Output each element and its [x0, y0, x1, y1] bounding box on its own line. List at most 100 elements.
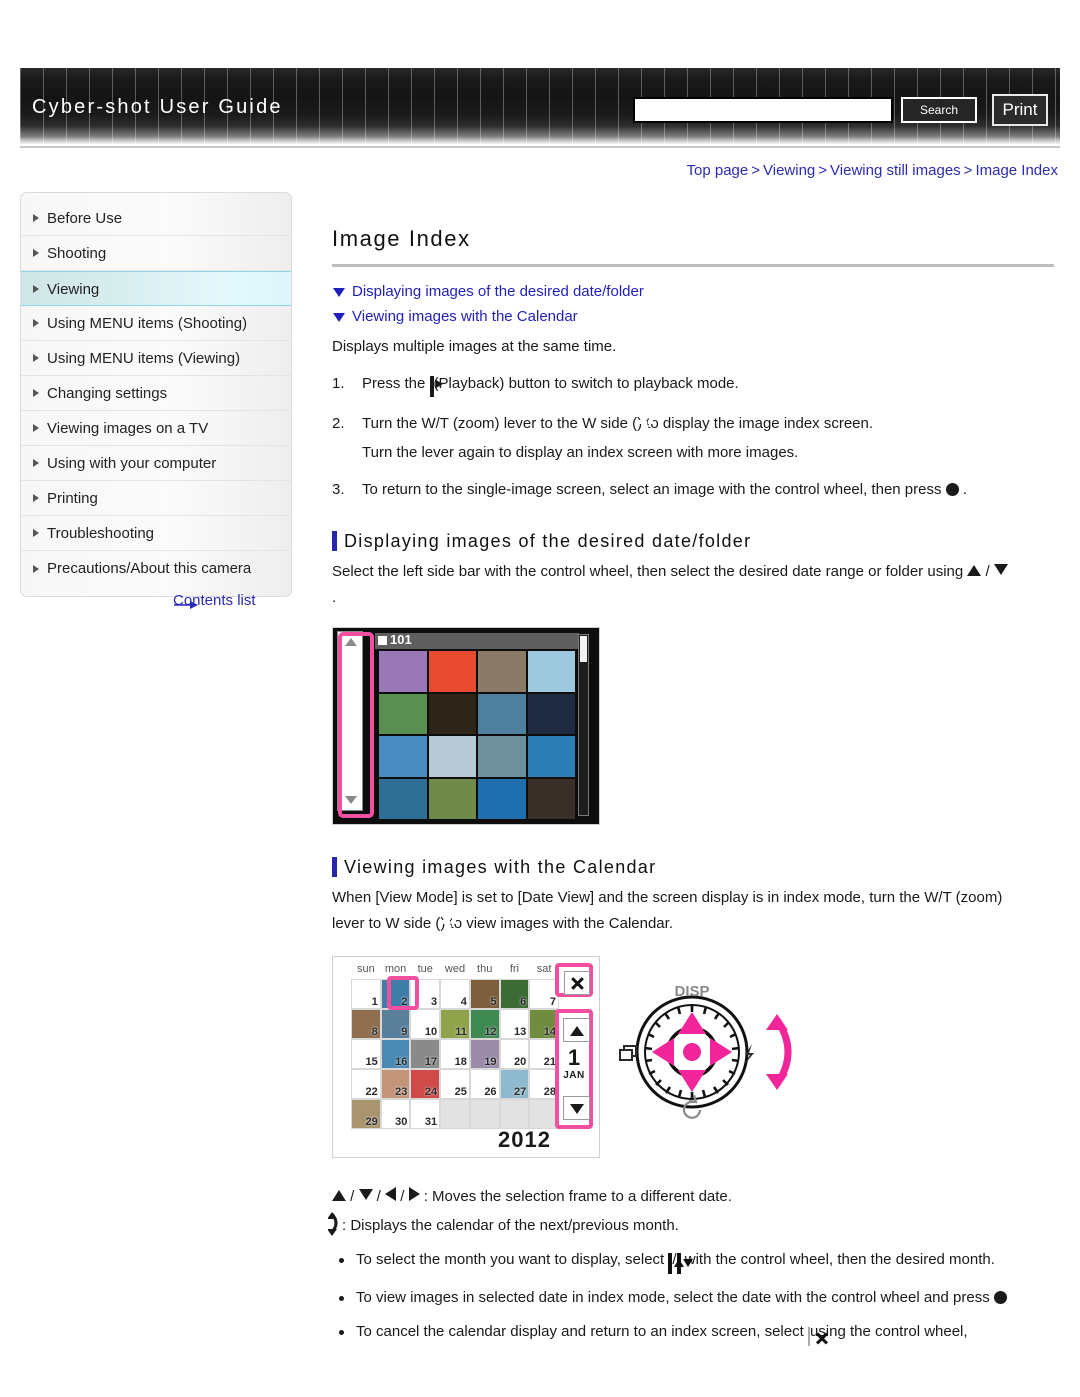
index-scrollbar[interactable] [578, 634, 589, 816]
index-thumbnail[interactable] [527, 778, 575, 819]
month-down-icon[interactable] [563, 1096, 590, 1120]
wheel-rotation-arrow-up [766, 1014, 788, 1030]
calendar-date-cell[interactable]: 27 [499, 1069, 530, 1099]
calendar-date-cell[interactable]: 18 [440, 1039, 470, 1069]
close-icon[interactable] [564, 971, 590, 995]
calendar-date-cell[interactable]: 16 [380, 1039, 411, 1069]
calendar-date-number: 10 [424, 1026, 438, 1038]
wheel-rotation-icon [327, 1212, 338, 1236]
sidebar-item-viewing-images-on-a-tv[interactable]: Viewing images on a TV [21, 411, 291, 446]
sidebar-item-printing[interactable]: Printing [21, 481, 291, 516]
index-thumbnail[interactable] [527, 736, 575, 777]
breadcrumb-item-viewing-still-images[interactable]: Viewing still images [830, 162, 961, 179]
calendar-date-cell[interactable]: 13 [499, 1009, 530, 1039]
index-thumbnail[interactable] [527, 651, 575, 692]
sidebar-item-changing-settings[interactable]: Changing settings [21, 376, 291, 411]
triangle-down-icon [333, 288, 345, 297]
sidebar-item-precautions-about-this-camera[interactable]: Precautions/About this camera [21, 551, 291, 586]
sidebar-item-troubleshooting[interactable]: Troubleshooting [21, 516, 291, 551]
breadcrumb-item-top-page[interactable]: Top page [687, 162, 749, 179]
index-thumbnail[interactable] [428, 736, 476, 777]
step-body: To return to the single-image screen, se… [362, 477, 1054, 503]
calendar-date-number: 24 [424, 1086, 438, 1098]
calendar-date-cell[interactable]: 6 [499, 979, 530, 1009]
jump-link-label: Displaying images of the desired date/fo… [352, 283, 644, 300]
calendar-date-cell[interactable]: 24 [410, 1069, 441, 1099]
section2-paragraph-line2-pre: lever to W side ( [332, 915, 441, 932]
print-button[interactable]: Print [992, 94, 1048, 126]
index-thumbnail[interactable] [428, 693, 476, 734]
index-thumbnail[interactable] [527, 693, 575, 734]
calendar-date-cell[interactable]: 10 [410, 1009, 441, 1039]
calendar-date-number: 11 [455, 1026, 467, 1038]
sidebar-item-before-use[interactable]: Before Use [21, 201, 291, 236]
calendar-empty-cell [469, 1099, 500, 1129]
calendar-date-cell[interactable]: 11 [440, 1009, 470, 1039]
calendar-date-cell[interactable]: 26 [469, 1069, 500, 1099]
breadcrumb-item-viewing[interactable]: Viewing [763, 162, 815, 179]
index-scrollbar-thumb[interactable] [580, 636, 587, 662]
jump-link-viewing-calendar[interactable]: Viewing images with the Calendar [332, 306, 1054, 328]
calendar-date-number: 22 [365, 1086, 378, 1098]
jump-link-displaying-images[interactable]: Displaying images of the desired date/fo… [332, 281, 1054, 303]
calendar-date-cell[interactable]: 1 [351, 979, 381, 1009]
section-bar-marker [332, 857, 337, 877]
index-thumbnail[interactable] [379, 736, 427, 777]
bullet-text-post: using the control wheel, [809, 1323, 968, 1340]
wheel-up-arrow [678, 1012, 706, 1034]
index-thumbnail[interactable] [428, 778, 476, 819]
index-thumbnail[interactable] [478, 693, 526, 734]
calendar-date-cell[interactable]: 9 [380, 1009, 411, 1039]
sidebar-item-using-menu-items-shooting[interactable]: Using MENU items (Shooting) [21, 306, 291, 341]
chevron-right-icon [33, 564, 39, 573]
calendar-date-number: 29 [365, 1116, 378, 1128]
calendar-day-name: fri [509, 963, 519, 975]
search-button[interactable]: Search [901, 97, 977, 123]
calendar-date-cell[interactable]: 25 [440, 1069, 470, 1099]
sidebar-item-using-menu-items-viewing[interactable]: Using MENU items (Viewing) [21, 341, 291, 376]
section2-paragraph: When [View Mode] is set to [Date View] a… [332, 885, 1054, 940]
index-thumbnail[interactable] [379, 651, 427, 692]
triangle-right-icon [408, 1187, 420, 1201]
calendar-date-cell[interactable]: 12 [469, 1009, 500, 1039]
triangle-down-icon [993, 564, 1008, 575]
calendar-date-cell[interactable]: 17 [410, 1039, 441, 1069]
calendar-empty-cell [499, 1099, 530, 1129]
step-1: 1. Press the (Playback) button to switch… [332, 371, 1054, 400]
sidebar-item-using-with-your-computer[interactable]: Using with your computer [21, 446, 291, 481]
calendar-date-cell[interactable]: 31 [410, 1099, 441, 1129]
sidebar-item-label: Using MENU items (Viewing) [47, 350, 241, 367]
calendar-date-cell[interactable]: 22 [351, 1069, 381, 1099]
breadcrumb-item-image-index[interactable]: Image Index [975, 162, 1058, 179]
month-up-icon[interactable] [563, 1018, 590, 1042]
breadcrumb-separator: > [818, 162, 828, 179]
calendar-date-cell[interactable]: 30 [380, 1099, 411, 1129]
section-bar-marker [332, 531, 337, 551]
chevron-right-icon [33, 284, 39, 293]
index-thumbnail[interactable] [478, 651, 526, 692]
sidebar-item-viewing[interactable]: Viewing [21, 271, 291, 306]
index-thumbnail[interactable] [478, 778, 526, 819]
index-thumbnail[interactable] [428, 651, 476, 692]
calendar-date-cell[interactable]: 20 [499, 1039, 530, 1069]
jump-link-label: Viewing images with the Calendar [352, 308, 578, 325]
index-thumbnail[interactable] [478, 736, 526, 777]
calendar-date-cell[interactable]: 4 [440, 979, 470, 1009]
search-input[interactable] [633, 97, 893, 123]
index-thumbnail[interactable] [379, 693, 427, 734]
contents-list-link[interactable]: Contents list [173, 592, 256, 609]
calendar-date-cell[interactable]: 29 [351, 1099, 381, 1129]
section-heading-label: Viewing images with the Calendar [344, 857, 657, 877]
folder-icon [378, 636, 387, 645]
calendar-date-cell[interactable]: 5 [469, 979, 500, 1009]
calendar-date-cell[interactable]: 15 [351, 1039, 381, 1069]
index-thumbnail[interactable] [379, 778, 427, 819]
calendar-date-cell[interactable]: 23 [380, 1069, 411, 1099]
sidebar-item-shooting[interactable]: Shooting [21, 236, 291, 271]
calendar-date-number: 27 [514, 1086, 527, 1098]
step-2: 2. Turn the W/T (zoom) lever to the W si… [332, 411, 1054, 466]
calendar-date-number: 15 [365, 1056, 378, 1068]
calendar-date-cell[interactable]: 8 [351, 1009, 381, 1039]
calendar-date-cell[interactable]: 19 [469, 1039, 500, 1069]
control-wheel-diagram: DISP [619, 983, 792, 1119]
